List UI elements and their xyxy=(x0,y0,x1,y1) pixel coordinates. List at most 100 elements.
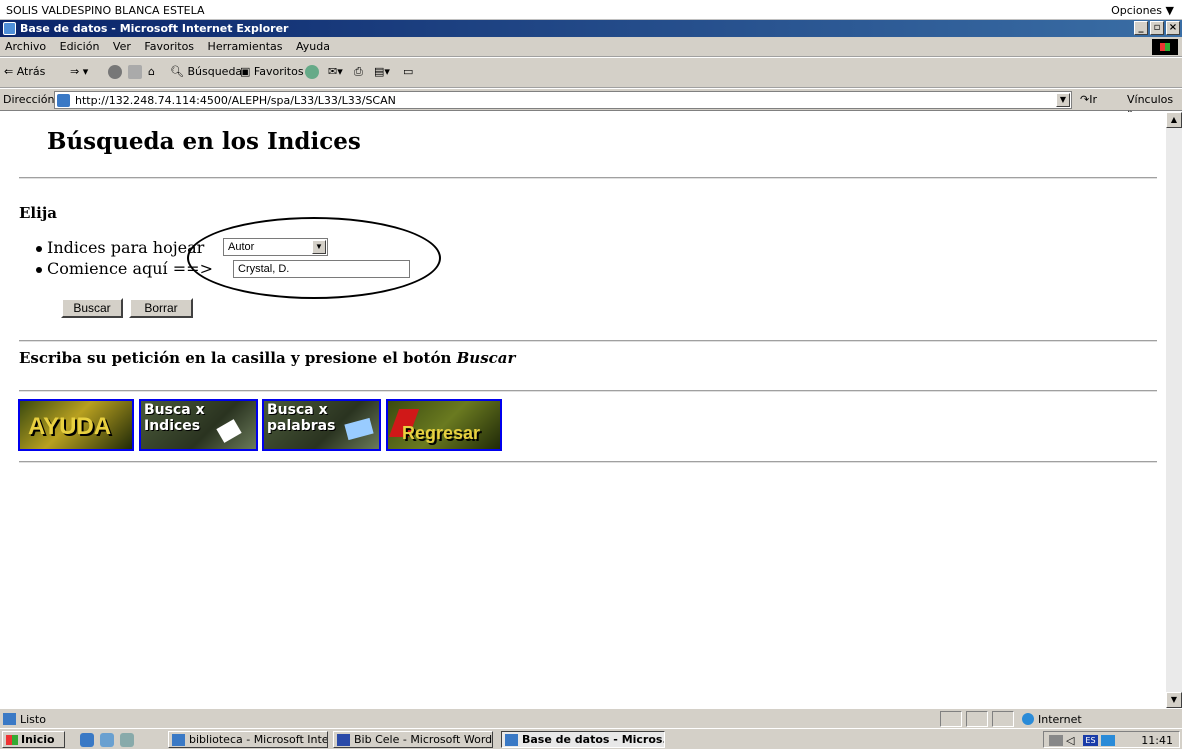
language-indicator[interactable]: ES xyxy=(1083,735,1098,746)
instruction-prefix: Escriba su petición en la casilla y pres… xyxy=(19,349,452,367)
start-button[interactable]: Inicio xyxy=(2,731,65,748)
word-icon xyxy=(337,734,350,746)
task-label: biblioteca - Microsoft Inte... xyxy=(189,733,328,746)
home-icon[interactable]: ⌂ xyxy=(148,65,155,78)
start-row: Comience aquí ==> xyxy=(36,259,213,278)
index-search-nav-button[interactable]: Busca x Indices xyxy=(139,399,258,451)
windows-logo-icon xyxy=(1152,39,1178,55)
favorites-icon: ▣ xyxy=(240,65,251,78)
search-icon: 🔍︎ xyxy=(170,65,184,78)
vertical-scrollbar[interactable]: ▲ ▼ xyxy=(1166,112,1182,708)
divider xyxy=(19,390,1157,392)
task-base-de-datos[interactable]: Base de datos - Micros... xyxy=(501,731,665,748)
address-bar: Dirección http://132.248.74.114:4500/ALE… xyxy=(0,89,1182,119)
start-label: Comience aquí xyxy=(47,259,168,278)
instruction-text: Escriba su petición en la casilla y pres… xyxy=(19,349,515,367)
page-icon xyxy=(57,94,70,107)
menu-edicion[interactable]: Edición xyxy=(55,37,105,56)
hand-pointer-icon xyxy=(216,419,242,443)
status-pane xyxy=(992,711,1014,727)
task-label: Base de datos - Micros... xyxy=(522,733,665,746)
divider xyxy=(19,461,1157,463)
index-search-line1: Busca x xyxy=(144,402,205,418)
session-user-name: SOLIS VALDESPINO BLANCA ESTELA xyxy=(6,4,205,17)
search-submit-button[interactable]: Buscar xyxy=(61,298,123,318)
choose-heading: Elija xyxy=(19,204,57,222)
go-button-label: Ir xyxy=(1089,93,1097,106)
menu-ver[interactable]: Ver xyxy=(108,37,136,56)
index-search-line2: Indices xyxy=(144,418,201,434)
window-title: Base de datos - Microsoft Internet Explo… xyxy=(20,22,289,35)
address-dropdown-icon[interactable]: ▼ xyxy=(1056,93,1070,107)
task-bib-cele[interactable]: Bib Cele - Microsoft Word xyxy=(333,731,493,748)
bullet xyxy=(36,266,42,273)
page-content: Búsqueda en los Indices Elija Indices pa… xyxy=(0,112,1166,708)
help-nav-button[interactable]: AYUDA xyxy=(18,399,134,451)
back-nav-button[interactable]: Regresar xyxy=(386,399,502,451)
window-titlebar: Base de datos - Microsoft Internet Explo… xyxy=(0,20,1182,37)
favorites-button[interactable]: ▣ Favoritos xyxy=(240,65,304,78)
discuss-icon[interactable]: ▭ xyxy=(403,65,413,78)
abc-icon xyxy=(344,417,374,441)
ie-icon xyxy=(505,734,518,746)
ie-icon xyxy=(3,22,16,35)
windows-flag-icon xyxy=(6,735,18,745)
maximize-button[interactable]: ▫ xyxy=(1150,21,1164,35)
page-status-icon xyxy=(3,713,16,725)
address-url: http://132.248.74.114:4500/ALEPH/spa/L33… xyxy=(75,94,396,107)
status-text: Listo xyxy=(20,713,46,726)
divider xyxy=(19,177,1157,179)
search-button-label: Búsqueda xyxy=(187,65,243,78)
system-tray: ◁ ES 11:41 xyxy=(1043,731,1180,748)
edit-icon[interactable]: ▤▾ xyxy=(374,65,390,78)
speaker-icon[interactable]: ◁ xyxy=(1066,734,1074,747)
back-button[interactable]: ⇐ Atrás xyxy=(4,65,45,78)
bullet xyxy=(36,245,42,252)
minimize-button[interactable]: _ xyxy=(1134,21,1148,35)
clear-button[interactable]: Borrar xyxy=(129,298,193,318)
menu-favoritos[interactable]: Favoritos xyxy=(139,37,199,56)
divider xyxy=(19,340,1157,342)
scroll-up-icon[interactable]: ▲ xyxy=(1166,112,1182,128)
tray-app-icon[interactable] xyxy=(1101,735,1115,746)
page-title: Búsqueda en los Indices xyxy=(47,128,361,155)
options-menu[interactable]: Opciones ▼ xyxy=(1111,4,1174,17)
ie-icon xyxy=(172,734,185,746)
print-icon[interactable]: ⎙ xyxy=(354,65,363,79)
close-button[interactable]: × xyxy=(1166,21,1180,35)
refresh-icon[interactable] xyxy=(128,65,142,79)
word-search-nav-button[interactable]: Busca x palabras xyxy=(262,399,381,451)
taskbar: Inicio biblioteca - Microsoft Inte... Bi… xyxy=(0,728,1182,749)
menu-archivo[interactable]: Archivo xyxy=(0,37,51,56)
forward-button[interactable]: ⇒ ▾ xyxy=(70,65,88,78)
index-label: Indices para hojear xyxy=(47,238,205,257)
word-search-line2: palabras xyxy=(267,418,336,434)
task-biblioteca[interactable]: biblioteca - Microsoft Inte... xyxy=(168,731,328,748)
status-pane xyxy=(940,711,962,727)
status-bar: Listo Internet xyxy=(0,708,1182,728)
zone-text: Internet xyxy=(1038,713,1082,726)
ie-quicklaunch-icon[interactable] xyxy=(80,733,94,747)
status-pane xyxy=(966,711,988,727)
desktop-quicklaunch-icon[interactable] xyxy=(120,733,134,747)
address-input[interactable]: http://132.248.74.114:4500/ALEPH/spa/L33… xyxy=(54,91,1072,109)
go-button[interactable]: ↷Ir xyxy=(1080,93,1097,106)
network-icon[interactable] xyxy=(1049,735,1063,746)
menu-ayuda[interactable]: Ayuda xyxy=(291,37,335,56)
highlight-oval xyxy=(187,217,441,299)
word-search-line1: Busca x xyxy=(267,402,328,418)
search-button[interactable]: 🔍︎ Búsqueda xyxy=(170,65,242,78)
session-bar: SOLIS VALDESPINO BLANCA ESTELA Opciones … xyxy=(0,0,1182,20)
history-icon[interactable] xyxy=(305,65,319,79)
mail-icon[interactable]: ✉▾ xyxy=(328,65,343,78)
scroll-down-icon[interactable]: ▼ xyxy=(1166,692,1182,708)
back-nav-label: Regresar xyxy=(402,423,481,443)
start-label: Inicio xyxy=(21,733,55,746)
stop-icon[interactable] xyxy=(108,65,122,79)
outlook-quicklaunch-icon[interactable] xyxy=(100,733,114,747)
menu-herramientas[interactable]: Herramientas xyxy=(203,37,288,56)
toolbar: ⇐ Atrás ⇒ ▾ ⌂ 🔍︎ Búsqueda ▣ Favoritos ✉▾… xyxy=(0,58,1182,88)
menu-bar: Archivo Edición Ver Favoritos Herramient… xyxy=(0,37,1182,57)
clock: 11:41 xyxy=(1141,734,1173,747)
instruction-action: Buscar xyxy=(456,349,516,367)
